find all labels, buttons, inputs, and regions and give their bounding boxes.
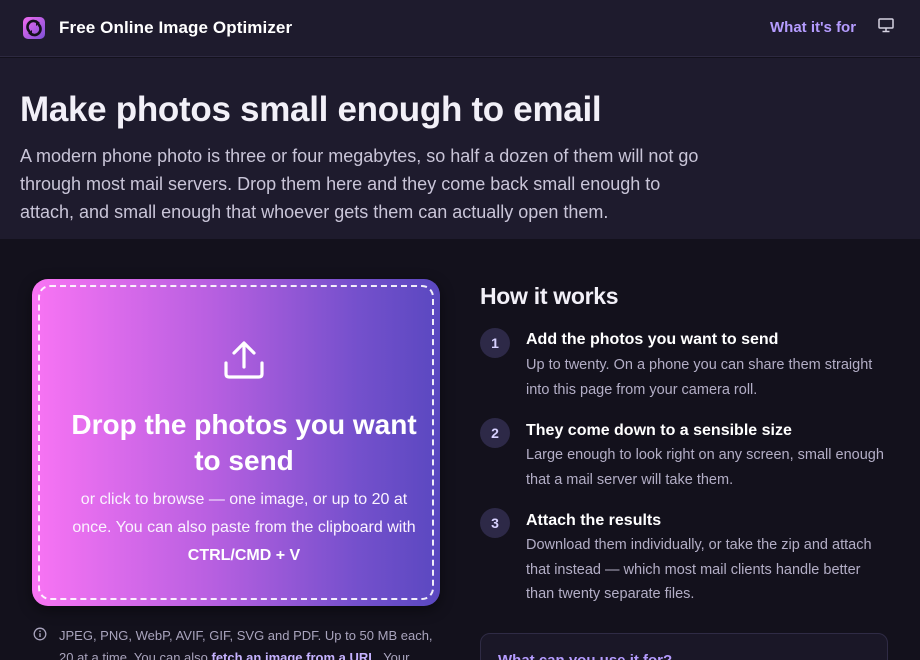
- keyboard-shortcut: CTRL/CMD + V: [187, 547, 301, 564]
- drop-zone-title: Drop the photos you want to send: [71, 409, 417, 476]
- use-cases-card-title: What can you use it for?: [498, 652, 672, 660]
- use-cases-card[interactable]: What can you use it for?: [480, 633, 888, 660]
- hero-section: Make photos small enough to email A mode…: [0, 58, 920, 239]
- drop-zone-subtitle-text: or click to browse — one image, or up to…: [72, 491, 416, 536]
- step-number-3: 3: [480, 508, 510, 538]
- top-bar: Free Online Image Optimizer What it's fo…: [0, 0, 920, 57]
- step-number-2: 2: [480, 418, 510, 448]
- step-title-1: Add the photos you want to send: [526, 331, 779, 348]
- how-it-works-heading: How it works: [480, 283, 619, 309]
- step-desc-2: Large enough to look right on any screen…: [526, 447, 884, 488]
- refresh-arrows-icon[interactable]: [22, 14, 48, 42]
- hero-description: A modern phone photo is three or four me…: [20, 146, 699, 222]
- info-icon: [33, 627, 47, 641]
- fetch-url-link[interactable]: fetch an image from a URL: [212, 650, 377, 660]
- page-title: Make photos small enough to email: [20, 90, 602, 129]
- drop-zone[interactable]: Drop the photos you want to send or clic…: [32, 279, 440, 606]
- supported-formats-note: JPEG, PNG, WebP, AVIF, GIF, SVG and PDF.…: [59, 625, 449, 660]
- step-number-1: 1: [480, 328, 510, 358]
- step-title-2: They come down to a sensible size: [526, 422, 792, 439]
- step-desc-1: Up to twenty. On a phone you can share t…: [526, 357, 873, 398]
- step-title-3: Attach the results: [526, 512, 662, 529]
- upload-icon: [224, 341, 264, 379]
- info-text-tail: . Your: [376, 650, 410, 660]
- app-title: Free Online Image Optimizer: [59, 18, 293, 37]
- drop-zone-subtitle: or click to browse — one image, or up to…: [66, 486, 422, 570]
- monitor-icon[interactable]: [878, 18, 894, 33]
- drop-zone-border: Drop the photos you want to send or clic…: [38, 285, 434, 600]
- step-desc-3: Download them individually, or take the …: [526, 537, 872, 602]
- nav-link-what-its-for[interactable]: What it's for: [770, 19, 856, 36]
